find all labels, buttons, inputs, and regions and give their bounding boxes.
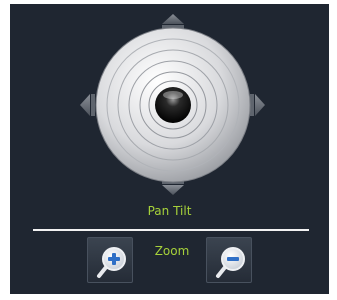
joystick-knob[interactable] bbox=[155, 87, 191, 123]
pan-tilt-joystick[interactable] bbox=[10, 4, 329, 204]
ptz-control-panel: Pan Tilt Zoom bbox=[10, 4, 329, 294]
zoom-label: Zoom bbox=[154, 244, 190, 258]
zoom-out-button[interactable] bbox=[206, 237, 252, 283]
arrow-up-icon[interactable] bbox=[162, 14, 184, 29]
zoom-in-button[interactable] bbox=[87, 237, 133, 283]
zoom-out-icon bbox=[216, 247, 245, 278]
arrow-left-icon[interactable] bbox=[80, 94, 95, 116]
divider bbox=[33, 229, 309, 231]
arrow-right-icon[interactable] bbox=[250, 94, 265, 116]
pan-tilt-label: Pan Tilt bbox=[147, 204, 192, 218]
zoom-in-icon bbox=[97, 247, 126, 278]
